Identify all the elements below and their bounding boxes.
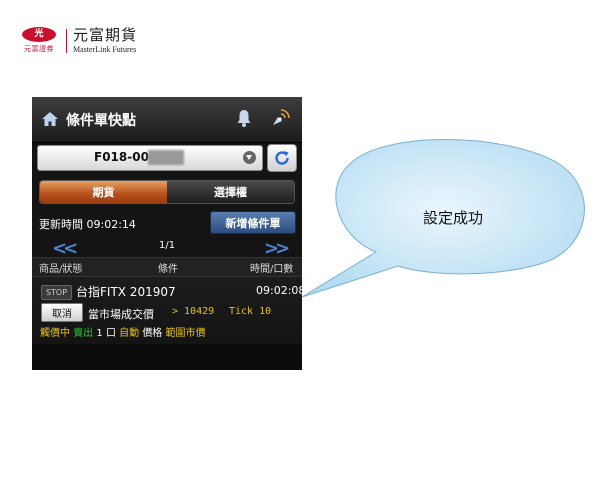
order-price-type: 範圍市價 [165, 328, 206, 339]
column-time-qty: 時間/口數 [250, 264, 294, 275]
bottom-area [32, 344, 302, 370]
column-product-status: 商品/狀態 [39, 264, 83, 275]
account-select[interactable]: F018-000 [37, 145, 263, 171]
next-page-button[interactable]: >> [264, 238, 290, 259]
title-bar: 條件單快點 [32, 97, 302, 143]
logo-en-name: MasterLink Futures [73, 44, 137, 54]
column-condition: 條件 [158, 264, 178, 275]
tab-options[interactable]: 選擇權 [167, 181, 294, 203]
cancel-order-button[interactable]: 取消 [41, 303, 83, 322]
refresh-button[interactable] [267, 144, 297, 172]
order-unit: 口 [105, 328, 116, 339]
account-redaction [148, 150, 184, 165]
callout-text: 設定成功 [423, 209, 484, 227]
refresh-icon [275, 151, 289, 165]
page-title: 條件單快點 [66, 113, 136, 129]
page-indicator: 1/1 [159, 240, 176, 251]
logo-cn-name: 元富期貨 [73, 26, 138, 45]
order-mode: 自動 [119, 328, 140, 339]
order-type-tag: STOP [41, 285, 72, 300]
add-condition-order-button[interactable]: 新增條件單 [210, 211, 296, 234]
logo-seal-text: 光 [34, 29, 44, 39]
logo-seal-icon: 光 [22, 27, 56, 42]
order-qty: 1 [96, 328, 103, 339]
bell-icon[interactable] [236, 109, 252, 128]
brand-logo: 光 元富證券 元富期貨 MasterLink Futures [18, 27, 137, 54]
condition-label: 當市場成交價 [88, 308, 154, 321]
order-row[interactable]: STOP 台指FITX 201907 09:02:08 取消 當市場成交價 > … [32, 277, 302, 342]
order-status: 觸價中 [40, 328, 70, 339]
order-detail: 觸價中 賣出 1 口 自動 價格 範圍市價 [40, 324, 206, 339]
column-header: 商品/狀態 條件 時間/口數 [32, 257, 302, 277]
order-side: 賣出 [73, 328, 94, 339]
update-time: 更新時間 09:02:14 [39, 218, 136, 231]
condition-expression: > 10429 [172, 306, 215, 317]
logo-divider [66, 28, 67, 53]
logo-mark: 光 元富證券 [18, 27, 60, 54]
tab-futures[interactable]: 期貨 [40, 181, 167, 203]
app-screen: 條件單快點 F018-000 期貨 選擇權 更新時間 09:02:14 新增條件… [32, 97, 302, 370]
chevron-down-icon [243, 151, 256, 164]
prev-page-button[interactable]: << [52, 238, 78, 259]
order-time: 09:02:08 [256, 284, 302, 297]
condition-tick: Tick 10 [229, 306, 272, 317]
satellite-icon[interactable] [270, 108, 290, 128]
home-icon[interactable] [41, 110, 59, 128]
product-tabs: 期貨 選擇權 [39, 180, 295, 204]
logo-text: 元富期貨 MasterLink Futures [73, 27, 137, 54]
logo-sub-text: 元富證券 [24, 45, 54, 53]
order-price-label: 價格 [142, 328, 163, 339]
order-product: 台指FITX 201907 [76, 285, 176, 299]
